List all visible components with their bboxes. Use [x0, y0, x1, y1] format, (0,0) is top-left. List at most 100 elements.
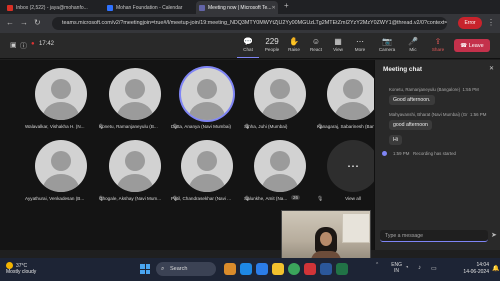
more-button[interactable]: ⋯ More — [349, 36, 371, 52]
windows-start-icon[interactable] — [140, 264, 150, 274]
recording-status: 1:59 PM Recording has started — [393, 151, 456, 156]
camera-button[interactable]: 📷 Camera — [376, 36, 398, 52]
participant-tile[interactable]: Ghogale, Akshay (Navi Mum... 🎙 — [99, 136, 178, 208]
word-icon[interactable] — [320, 263, 332, 275]
more-icon: ⋯ — [356, 37, 364, 46]
error-button[interactable]: Error — [458, 17, 482, 29]
close-icon[interactable]: ✕ — [489, 65, 494, 72]
weather-condition: Mostly cloudy — [6, 269, 37, 275]
overflow-count-badge: 26 — [291, 195, 301, 200]
send-button[interactable]: ➤ — [491, 231, 497, 239]
chat-message-meta: Mahyavanshi, Bharat (Navi Mumbai) (Gr 1:… — [389, 112, 487, 117]
taskbar-app-icon[interactable] — [304, 263, 316, 275]
battery-icon[interactable]: ▭ — [431, 265, 437, 272]
avatar — [109, 140, 161, 192]
taskbar-app-icon[interactable] — [240, 263, 252, 275]
gmail-icon — [7, 4, 13, 11]
region: IN — [394, 268, 399, 274]
taskbar-app-icon[interactable] — [256, 263, 268, 275]
info-icon[interactable]: ⓘ — [20, 41, 27, 51]
chat-message: Hi — [389, 135, 402, 145]
participant-name: Sinha, Juhi (Mumbai) — [244, 124, 288, 129]
recording-status-icon — [382, 151, 387, 156]
participants-shield-icon: ▣ — [10, 42, 17, 49]
chrome-icon[interactable] — [288, 263, 300, 275]
avatar — [181, 140, 233, 192]
new-tab-button[interactable]: + — [284, 1, 289, 10]
participant-tile[interactable]: Walavalkar, Vishakha H. (N... 🎙 — [25, 64, 104, 136]
participant-tile[interactable]: Ayyathurai, Venkadesan (B... 🎙 — [25, 136, 104, 208]
recording-icon: ● — [31, 41, 35, 47]
taskbar-app-icon[interactable] — [224, 263, 236, 275]
avatar — [254, 68, 306, 120]
teams-icon — [199, 4, 205, 11]
share-button[interactable]: ⇪ Share — [427, 36, 449, 52]
taskbar-clock[interactable]: 14:04 14-06-2024 — [455, 262, 489, 276]
participant-name: Ayyathurai, Venkadesan (B... — [25, 196, 85, 201]
people-button[interactable]: 229 People — [261, 36, 283, 52]
file-explorer-icon[interactable] — [272, 263, 284, 275]
taskbar-search[interactable]: ⌕ Search — [156, 262, 216, 276]
chat-icon: 💬 — [243, 37, 253, 46]
search-icon: ⌕ — [161, 266, 165, 272]
tab-label: Inbox (2,522) - jaya@mohanfo... — [16, 4, 88, 11]
temperature: 37°C — [16, 262, 28, 269]
react-button[interactable]: ☺ React — [305, 36, 327, 52]
windows-taskbar: 37°C Mostly cloudy ⌕ Search ⌃ ENG IN ◔ ♪ … — [0, 258, 500, 281]
participant-tile[interactable]: Salunkhe, Amit (Na... 🎙 26 — [244, 136, 323, 208]
reload-button[interactable]: ↻ — [34, 18, 41, 27]
avatar — [254, 140, 306, 192]
chat-message-meta: Konetu, Ramanjaneyulu (Bangalore) 1:55 P… — [389, 87, 479, 92]
wifi-icon[interactable]: ◔ — [405, 265, 409, 271]
meeting-chat-panel: Meeting chat ✕ Konetu, Ramanjaneyulu (Ba… — [374, 60, 500, 250]
tab-label: Meeting now | Microsoft Te... — [208, 4, 272, 11]
browser-menu-icon[interactable]: ⋮ — [487, 18, 495, 27]
notification-icon[interactable]: 🔔 — [492, 265, 499, 272]
meeting-timer: 17:42 — [39, 41, 55, 47]
leave-button[interactable]: ☎ Leave — [454, 39, 490, 52]
share-icon: ⇪ — [434, 37, 442, 46]
calendar-icon — [107, 4, 113, 11]
participant-tile[interactable]: Dutta, Ananya (Navi Mumbai) 🎙 — [171, 64, 250, 136]
raise-hand-button[interactable]: ✋ Raise — [283, 36, 305, 52]
participant-name: Ghogale, Akshay (Navi Mum... — [99, 196, 162, 201]
clock-time: 14:04 — [476, 262, 489, 268]
url-field[interactable]: teams.microsoft.com/v2/?meetingjoin=true… — [52, 17, 447, 30]
avatar — [327, 68, 379, 120]
tab-calendar[interactable]: Mohan Foundation - Calendar — [104, 1, 192, 14]
hand-icon: ✋ — [289, 37, 299, 46]
tray-expand-icon[interactable]: ⌃ — [375, 262, 379, 268]
microphone-icon: 🎤 — [408, 37, 418, 46]
meeting-toolbar: ▣ ⓘ ● 17:42 💬 Chat 229 People ✋ Raise ☺ … — [0, 33, 500, 59]
participant-tile[interactable]: Konetu, Ramanjaneyulu (B... 🎙 — [99, 64, 178, 136]
participant-name: Walavalkar, Vishakha H. (N... — [25, 124, 85, 129]
avatar — [35, 68, 87, 120]
more-icon: ⋯ — [327, 140, 379, 192]
grid-icon: ▦ — [334, 37, 342, 46]
participant-tile[interactable]: Patil, Chandrasekhar (Navi ... 🎙 — [171, 136, 250, 208]
weather-icon — [6, 262, 13, 269]
forward-button[interactable]: → — [20, 18, 28, 27]
back-button[interactable]: ← — [6, 18, 14, 27]
view-button[interactable]: ▦ View — [327, 36, 349, 52]
mic-button[interactable]: 🎤 Mic — [402, 36, 424, 52]
camera-icon: 📷 — [382, 37, 392, 46]
close-tab-icon[interactable]: ✕ — [271, 5, 275, 11]
avatar — [181, 68, 233, 120]
participant-name: Patil, Chandrasekhar (Navi ... — [171, 196, 231, 201]
volume-icon[interactable]: ♪ — [418, 265, 421, 271]
participant-tile[interactable]: Sinha, Juhi (Mumbai) 🎙 — [244, 64, 323, 136]
chat-message: good afternoon — [389, 120, 432, 130]
avatar — [109, 68, 161, 120]
tab-teams-meeting[interactable]: Meeting now | Microsoft Te... ✕ — [196, 1, 278, 14]
tab-gmail[interactable]: Inbox (2,522) - jaya@mohanfo... — [4, 1, 90, 14]
weather-widget[interactable]: 37°C Mostly cloudy — [6, 262, 36, 275]
excel-icon[interactable] — [336, 263, 348, 275]
chat-message-input[interactable]: Type a message — [380, 230, 488, 242]
people-count: 229 — [265, 37, 279, 46]
participant-name: Salunkhe, Amit (Na... — [244, 196, 288, 201]
chat-button[interactable]: 💬 Chat — [237, 36, 259, 58]
system-tray[interactable]: ⌃ ENG IN — [375, 262, 402, 274]
phone-icon: ☎ — [460, 42, 469, 49]
address-bar-row: ← → ↻ teams.microsoft.com/v2/?meetingjoi… — [0, 14, 500, 33]
